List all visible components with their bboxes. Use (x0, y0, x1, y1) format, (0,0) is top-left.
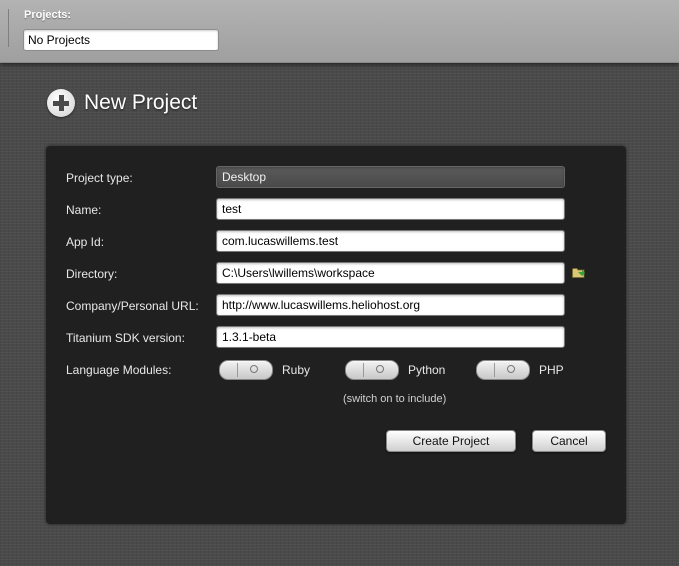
projects-toolbar: Projects: No Projects (0, 0, 679, 63)
projects-select[interactable]: No Projects (23, 29, 219, 51)
python-label: Python (408, 363, 446, 377)
company-url-field[interactable]: http://www.lucaswillems.heliohost.org (216, 294, 565, 316)
name-field[interactable]: test (216, 198, 565, 220)
language-modules-label: Language Modules: (66, 363, 172, 377)
php-label: PHP (539, 363, 564, 377)
toolbar-divider (8, 9, 9, 47)
company-url-label: Company/Personal URL: (66, 299, 199, 313)
create-project-button[interactable]: Create Project (386, 430, 516, 452)
modules-hint: (switch on to include) (343, 393, 447, 405)
name-label: Name: (66, 203, 102, 217)
ruby-toggle[interactable] (219, 360, 273, 380)
plus-circle-icon (47, 89, 75, 117)
toggle-off-indicator (376, 365, 384, 373)
toggle-off-indicator (250, 365, 258, 373)
toggle-divider (237, 363, 238, 377)
toggle-divider (494, 363, 495, 377)
app-id-field[interactable]: com.lucaswillems.test (216, 230, 565, 252)
directory-field[interactable]: C:\Users\lwillems\workspace (216, 262, 565, 284)
app-id-label: App Id: (66, 235, 105, 249)
toggle-off-indicator (507, 365, 515, 373)
new-project-form: Project type: Desktop Name: test App Id:… (46, 146, 626, 524)
sdk-version-label: Titanium SDK version: (66, 331, 185, 345)
ruby-label: Ruby (282, 363, 311, 377)
toggle-divider (363, 363, 364, 377)
directory-label: Directory: (66, 267, 118, 281)
cancel-button[interactable]: Cancel (532, 430, 606, 452)
php-toggle[interactable] (476, 360, 530, 380)
projects-label: Projects: (24, 9, 72, 21)
sdk-version-field[interactable]: 1.3.1-beta (216, 326, 565, 348)
page-heading: New Project (47, 88, 197, 118)
project-type-label: Project type: (66, 171, 133, 185)
page-title: New Project (84, 91, 198, 114)
project-type-select[interactable]: Desktop (216, 166, 565, 188)
folder-icon[interactable] (572, 267, 586, 278)
python-toggle[interactable] (345, 360, 399, 380)
